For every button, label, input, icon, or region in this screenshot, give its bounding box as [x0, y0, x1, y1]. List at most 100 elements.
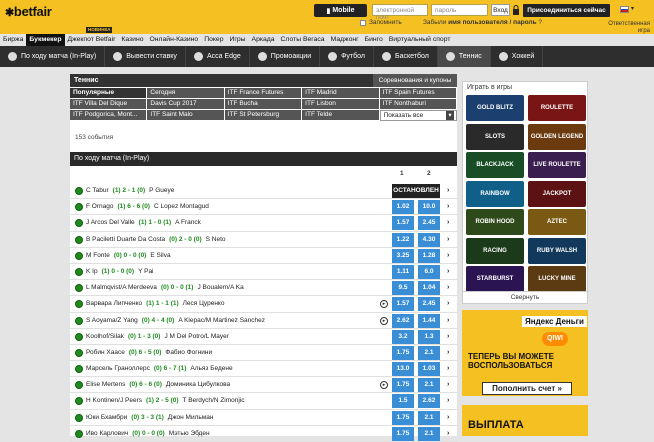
nav-bingo[interactable]: Бинго: [362, 34, 386, 46]
away-player[interactable]: A Franck: [175, 219, 201, 226]
table-row[interactable]: H Kontinen/J Peers (1) 2 - 5 (0) T Berdych…: [70, 393, 457, 410]
table-row[interactable]: L Malmqvist/A Merdeeva (0) 0 - 0 (1) J Bou…: [70, 280, 457, 297]
odds-button-away[interactable]: 2.1: [418, 345, 440, 360]
chevron-right-icon[interactable]: ›: [447, 280, 449, 296]
comp-item[interactable]: ITF Lisbon: [302, 99, 380, 110]
home-player[interactable]: M Fonte: [86, 252, 110, 259]
comp-item[interactable]: ITF France Futures: [224, 88, 303, 99]
game-tile[interactable]: ROBIN HOOD: [466, 209, 524, 235]
away-player[interactable]: J M Del Potro/L Mayer: [164, 333, 228, 340]
game-tile[interactable]: ROULETTE: [528, 95, 586, 121]
away-player[interactable]: Y Pai: [138, 268, 153, 275]
game-tile[interactable]: RUBY WALSH: [528, 237, 586, 264]
mobile-button[interactable]: ▮ Mobile: [314, 4, 367, 17]
nav-virtual[interactable]: Виртуальный спорт: [386, 34, 454, 46]
yandex-money-ad[interactable]: Яндекс Деньги QIWI ТЕПЕРЬ ВЫ МОЖЕТЕ ВОСП…: [462, 310, 588, 396]
russia-flag-icon[interactable]: [620, 6, 629, 13]
subnav-acca[interactable]: Acca Edge: [186, 46, 250, 67]
table-row[interactable]: J Arcos Del Valle (1) 1 - 0 (1) A Franck 1.…: [70, 215, 457, 232]
game-tile[interactable]: GOLD BLITZ: [466, 95, 524, 121]
game-tile[interactable]: AZTEC: [528, 209, 586, 235]
login-button[interactable]: Вход: [491, 4, 510, 16]
odds-button-away[interactable]: 1.28: [418, 248, 440, 263]
home-player[interactable]: C Tabur: [86, 187, 109, 194]
table-row[interactable]: M Fonte (0) 0 - 0 (0) E Silva 3.25 1.28 ›: [70, 248, 457, 264]
odds-button-home[interactable]: 1.57: [392, 216, 414, 231]
home-player[interactable]: J Arcos Del Valle: [86, 219, 135, 226]
table-row[interactable]: Иво Карлович (0) 0 - 0 (0) Мэтью Эбден 1.75…: [70, 426, 457, 442]
game-tile[interactable]: STARBURST: [466, 266, 524, 292]
odds-button-home[interactable]: 1.22: [392, 232, 414, 247]
chevron-right-icon[interactable]: ›: [447, 248, 449, 264]
chevron-right-icon[interactable]: ›: [447, 345, 449, 361]
odds-button-away[interactable]: 2.1: [418, 410, 440, 425]
odds-button-home[interactable]: 9.5: [392, 281, 414, 296]
home-player[interactable]: L Malmqvist/A Merdeeva: [86, 284, 157, 291]
odds-button-away[interactable]: 4.30: [418, 232, 440, 247]
table-row[interactable]: Юки Бхамбри (0) 3 - 3 (1) Джон Мильман 1.75…: [70, 410, 457, 426]
nav-mahjong[interactable]: Маджонг: [328, 34, 362, 46]
table-row[interactable]: K Ip (1) 0 - 0 (0) Y Pai 1.11 6.0 ›: [70, 264, 457, 281]
odds-button-home[interactable]: 3.2: [392, 329, 414, 344]
away-player[interactable]: J Boualem/A Ka: [197, 284, 243, 291]
password-input[interactable]: пароль: [431, 4, 488, 16]
live-stream-icon[interactable]: ▸: [380, 381, 388, 390]
subnav-hockey[interactable]: Хоккей: [491, 46, 544, 67]
table-row[interactable]: Марсель Граноллерс (0) 6 - 7 (1) Альяз Бед…: [70, 361, 457, 378]
remember-checkbox[interactable]: Запомнить: [360, 19, 402, 26]
home-player[interactable]: K Ip: [86, 268, 98, 275]
comp-today[interactable]: Сегодня: [147, 88, 225, 99]
odds-button-away[interactable]: 2.1: [418, 378, 440, 393]
away-player[interactable]: Альяз Бедене: [190, 365, 232, 372]
odds-button-home[interactable]: 1.75: [392, 378, 414, 393]
home-player[interactable]: Elise Mertens: [86, 381, 125, 388]
chevron-right-icon[interactable]: ›: [447, 410, 449, 426]
nav-casino[interactable]: Казино: [118, 34, 146, 46]
coupons-tab[interactable]: Соревнования и купоны: [373, 74, 457, 87]
table-row[interactable]: B Paciletti Duarte Da Costa (0) 2 - 0 (0)…: [70, 232, 457, 248]
odds-button-away[interactable]: 2.62: [418, 394, 440, 409]
home-player[interactable]: Варвара Липченко: [86, 300, 142, 307]
away-player[interactable]: S Neto: [206, 236, 226, 243]
away-player[interactable]: Джон Мильман: [168, 414, 214, 421]
subnav-basketball[interactable]: Баскетбол: [374, 46, 438, 67]
checkbox-box[interactable]: [360, 19, 366, 26]
nav-jackpot[interactable]: Джекпот Betfair: [65, 34, 119, 46]
chevron-right-icon[interactable]: ›: [447, 426, 449, 442]
odds-button-away[interactable]: 6.0: [418, 264, 440, 279]
chevron-right-icon[interactable]: ›: [447, 183, 449, 199]
comp-popular[interactable]: Популярные: [70, 88, 148, 99]
home-player[interactable]: Koolhof/Silak: [86, 333, 124, 340]
comp-item[interactable]: ITF Madrid: [302, 88, 380, 99]
comp-item[interactable]: ITF Spain Futures: [379, 88, 457, 99]
game-tile[interactable]: RACING: [466, 237, 524, 264]
chevron-right-icon[interactable]: ›: [447, 361, 449, 377]
odds-button-home[interactable]: 1.5: [392, 394, 414, 409]
nav-poker[interactable]: Покер: [201, 34, 226, 46]
comp-item[interactable]: ITF Podgorica, Mont...: [70, 110, 148, 121]
table-row[interactable]: Варвара Липченко (1) 1 - 1 (1) Леся Цуренк…: [70, 296, 457, 313]
game-tile[interactable]: RAINBOW: [466, 180, 524, 207]
subnav-tennis[interactable]: Теннис: [437, 46, 491, 67]
nav-sportsbook[interactable]: Букмекер: [26, 34, 65, 46]
collapse-button[interactable]: Свернуть: [463, 291, 587, 303]
nav-games[interactable]: Игры: [227, 34, 249, 46]
away-player[interactable]: A Klepac/M Martinez Sanchez: [178, 317, 265, 324]
odds-button-home[interactable]: 1.02: [392, 200, 414, 215]
home-player[interactable]: Робин Хаасе: [86, 349, 125, 356]
chevron-down-icon[interactable]: ▾: [631, 5, 634, 12]
game-tile[interactable]: LIVE ROULETTE: [528, 152, 586, 178]
away-player[interactable]: C Lopez Montagud: [154, 203, 209, 210]
odds-button-home[interactable]: 1.11: [392, 264, 414, 279]
comp-item[interactable]: ITF Saint Malo: [147, 110, 225, 121]
home-player[interactable]: Юки Бхамбри: [86, 414, 127, 421]
subnav-promos[interactable]: Промоакции: [250, 46, 321, 67]
odds-button-home[interactable]: 13.0: [392, 362, 414, 377]
live-stream-icon[interactable]: ▸: [380, 300, 388, 309]
nav-vegas[interactable]: Слоты Вегаса: [278, 34, 328, 46]
odds-button-home[interactable]: 3.25: [392, 248, 414, 263]
odds-button-home[interactable]: 1.57: [392, 297, 414, 312]
nav-exchange[interactable]: Биржа: [0, 34, 26, 46]
odds-button-away[interactable]: 1.03: [418, 362, 440, 377]
show-all-select[interactable]: Показать все ▾: [379, 110, 457, 121]
